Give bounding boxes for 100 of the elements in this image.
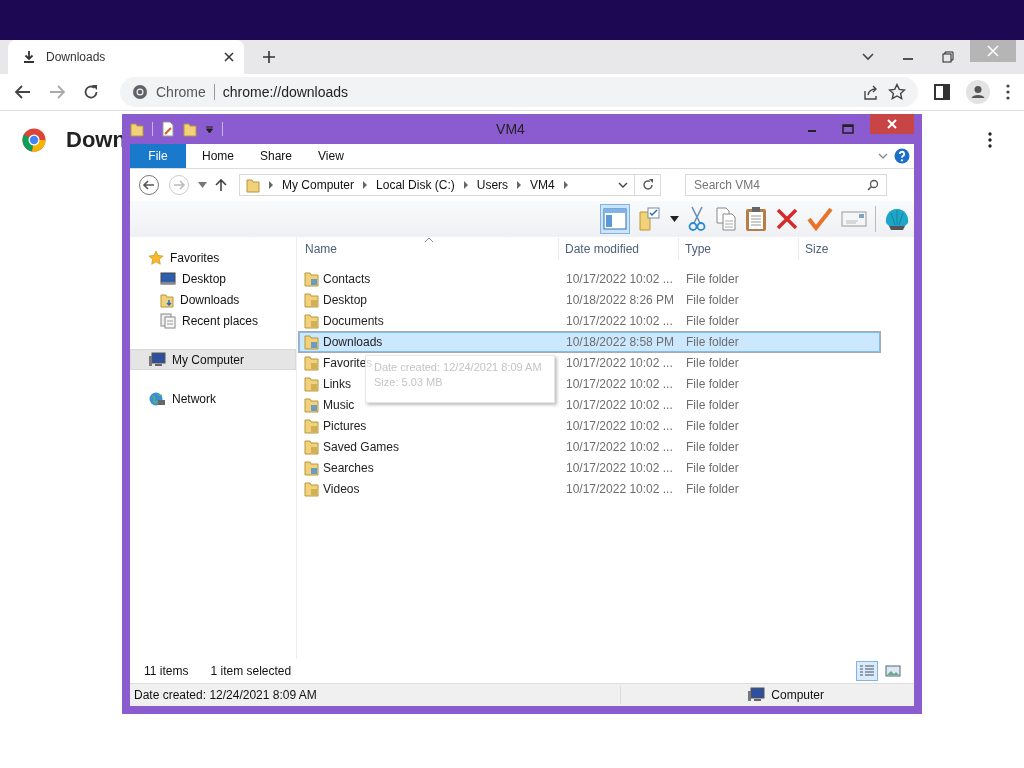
url-text: chrome://downloads: [222, 84, 349, 100]
address-bar[interactable]: Chrome chrome://downloads: [120, 77, 918, 107]
nav-item[interactable]: Favorites: [130, 247, 296, 268]
ribbon-tab[interactable]: Home: [192, 146, 244, 166]
breadcrumb-item[interactable]: VM4: [530, 178, 555, 192]
file-name: Contacts: [323, 272, 371, 286]
sort-caret-icon: [425, 237, 433, 242]
back-icon[interactable]: [14, 83, 32, 101]
file-name: Links: [323, 377, 351, 391]
chevron-right-icon[interactable]: [268, 181, 274, 189]
folder-icon: [304, 460, 319, 476]
dropdown-icon[interactable]: [670, 216, 679, 222]
date-cell-text: 10/17/2022 10:02 ...: [565, 461, 674, 475]
help-icon[interactable]: [894, 148, 910, 164]
breadcrumb-item[interactable]: My Computer: [282, 178, 355, 192]
shell-icon[interactable]: [884, 207, 910, 231]
file-name: Searches: [323, 461, 374, 475]
refresh-button[interactable]: [635, 174, 661, 196]
star-icon[interactable]: [888, 83, 906, 101]
new-tab-icon[interactable]: [262, 50, 276, 64]
address-field[interactable]: My Computer Local Disk (C:) Users VM4: [239, 174, 635, 196]
close-icon[interactable]: [224, 52, 234, 62]
chevron-right-icon[interactable]: [516, 181, 523, 189]
clipboard-icon[interactable]: [745, 206, 767, 232]
tooltip-text: Date created: 12/24/2021 8:09 AM: [374, 360, 543, 375]
window-title: VM4: [495, 121, 526, 137]
refresh-icon: [641, 179, 654, 191]
side-panel-icon[interactable]: [934, 84, 950, 100]
maximize-icon[interactable]: [842, 123, 854, 135]
network-icon: [148, 390, 166, 407]
type-cell-text: File folder: [685, 398, 740, 412]
folder-icon: [304, 355, 319, 371]
folder-icon: [130, 121, 144, 137]
ribbon-tab[interactable]: View: [308, 146, 354, 166]
type-cell-text: File folder: [685, 356, 740, 370]
nav-item[interactable]: Desktop: [130, 268, 296, 289]
new-folder-icon[interactable]: [183, 121, 197, 137]
status-location: Computer: [771, 688, 824, 702]
file-name: Pictures: [323, 419, 367, 433]
chevron-down-icon[interactable]: [618, 181, 628, 189]
pane-layout-icon: [603, 208, 627, 230]
profile-avatar-icon[interactable]: [966, 80, 990, 104]
browser-tab[interactable]: Downloads: [8, 40, 244, 74]
chevron-right-icon[interactable]: [462, 181, 469, 189]
folder-icon: [304, 418, 319, 434]
file-menu-button[interactable]: File: [130, 144, 186, 168]
preview-pane-button[interactable]: [600, 204, 630, 234]
properties-icon[interactable]: [161, 121, 175, 137]
back-icon[interactable]: [138, 174, 160, 196]
chrome-logo-icon: [22, 128, 46, 152]
tab-title: Downloads: [46, 50, 107, 64]
nav-item[interactable]: Downloads: [130, 289, 296, 310]
search-field[interactable]: Search VM4: [685, 174, 887, 196]
type-cell-text: File folder: [685, 272, 740, 286]
chevron-right-icon[interactable]: [362, 181, 369, 189]
column-header[interactable]: Size: [799, 238, 879, 260]
ribbon-tab[interactable]: Share: [250, 146, 303, 166]
customize-dropdown-icon[interactable]: [205, 124, 214, 134]
restore-icon[interactable]: [942, 51, 954, 63]
type-cell-text: File folder: [685, 335, 740, 349]
site-label: Chrome: [156, 84, 206, 100]
file-name: Desktop: [323, 293, 368, 307]
checkmark-icon[interactable]: [807, 207, 833, 231]
file-name: Videos: [323, 482, 360, 496]
close-icon: [886, 118, 898, 130]
star-icon: [148, 249, 164, 266]
nav-item[interactable]: Network: [130, 388, 296, 409]
menu-icon[interactable]: [1006, 84, 1010, 100]
selection-count: 1 item selected: [210, 664, 292, 678]
nav-item[interactable]: My Computer: [130, 349, 296, 370]
chevron-down-icon[interactable]: [862, 53, 874, 61]
folder-icon: [304, 271, 319, 287]
image-icon: [885, 664, 901, 678]
folder-icon: [160, 291, 174, 308]
column-header[interactable]: Date modified: [559, 238, 679, 260]
file-name: Saved Games: [323, 440, 400, 454]
chevron-right-icon[interactable]: [562, 181, 569, 189]
recent-dropdown-icon[interactable]: [198, 182, 207, 188]
folder-check-icon[interactable]: [638, 206, 662, 232]
type-cell-text: File folder: [685, 377, 740, 391]
close-button[interactable]: [870, 114, 914, 134]
computer-icon: [747, 687, 766, 703]
delete-icon[interactable]: [775, 207, 799, 231]
reload-icon[interactable]: [82, 83, 100, 101]
item-count: 11 items: [144, 664, 189, 678]
date-cell-text: 10/17/2022 10:02 ...: [565, 398, 674, 412]
computer-icon: [148, 351, 166, 368]
scissors-icon[interactable]: [687, 206, 707, 232]
share-icon[interactable]: [862, 83, 880, 101]
breadcrumb-item[interactable]: Users: [476, 178, 509, 192]
more-icon[interactable]: [988, 132, 992, 148]
nav-item[interactable]: Recent places: [130, 310, 296, 331]
column-header[interactable]: Type: [679, 238, 799, 260]
close-icon: [987, 45, 999, 57]
date-cell-text: 10/17/2022 10:02 ...: [565, 356, 674, 370]
column-header[interactable]: Name: [299, 238, 559, 260]
breadcrumb-item[interactable]: Local Disk (C:): [376, 178, 455, 192]
recent-places-icon: [160, 312, 176, 329]
up-arrow-icon[interactable]: [215, 178, 227, 192]
selected-file-row[interactable]: Downloads 10/18/2022 8:58 PM File folder: [299, 332, 880, 352]
